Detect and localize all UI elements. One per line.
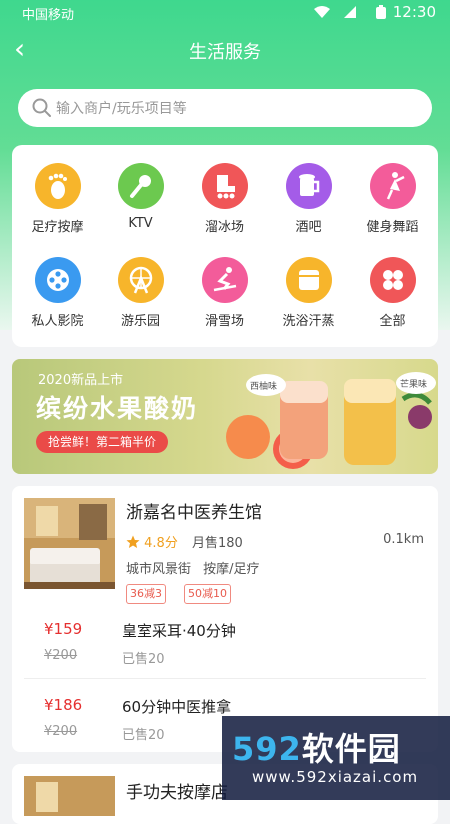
address-text: 城市风景街 [126, 562, 192, 577]
page-title: 生活服务 [189, 42, 261, 63]
shop-card[interactable]: 浙嘉名中医养生馆 4.8分 月售180 0.1km 城市风景街 按摩/足疗 36… [12, 486, 438, 752]
banner-subtitle: 2020新品上市 [38, 373, 124, 388]
category-label: 全部 [379, 314, 406, 329]
carrier-label: 中国移动 [22, 8, 75, 23]
deal-sold-count: 已售20 [122, 652, 165, 667]
category-label: 足疗按摩 [31, 220, 84, 235]
category-label: KTV [128, 216, 153, 231]
category-fitness-dance[interactable]: 健身舞蹈 [350, 163, 435, 235]
category-bath-sauna[interactable]: 洗浴汗蒸 [266, 257, 351, 329]
wifi-icon [314, 6, 330, 18]
discount-badge: 50减10 [184, 584, 231, 604]
shop-category: 按摩/足疗 [203, 562, 260, 577]
film-reel-icon [34, 257, 81, 303]
category-grid: 足疗按摩 KTV 溜冰场 酒吧 健身舞蹈 私人影院 游乐园 滑雪场 洗浴汗蒸 全… [12, 145, 438, 347]
nav-bar: ‹ 生活服务 [0, 30, 450, 74]
deal-price: ¥159 [44, 620, 83, 638]
shop-thumbnail [24, 776, 115, 816]
category-label: 酒吧 [295, 220, 322, 235]
category-foot-massage[interactable]: 足疗按摩 [15, 163, 100, 235]
deal-original-price: ¥200 [44, 648, 78, 663]
shop-name: 手功夫按摩店 [126, 783, 228, 803]
banner-promo-tag: 抢尝鲜！第二箱半价 [36, 431, 169, 453]
skier-icon [201, 257, 248, 303]
watermark-logo: 592软件园 [232, 730, 401, 768]
category-label: 溜冰场 [204, 220, 244, 235]
microphone-icon [117, 163, 164, 209]
ferris-wheel-icon [117, 257, 164, 303]
category-label: 洗浴汗蒸 [282, 314, 335, 329]
dancer-icon [369, 163, 416, 209]
deal-price: ¥186 [44, 696, 83, 714]
category-bar[interactable]: 酒吧 [266, 163, 351, 235]
deal-item[interactable]: ¥159 ¥200 皇室采耳·40分钟 已售20 [12, 606, 438, 676]
category-ski-resort[interactable]: 滑雪场 [182, 257, 267, 329]
watermark: 592软件园 www.592xiazai.com [222, 716, 450, 800]
shop-address: 城市风景街 按摩/足疗 [126, 558, 260, 577]
bubble-grapefruit-label: 西柚味 [250, 382, 278, 392]
shop-thumbnail [24, 498, 115, 589]
search-bar[interactable] [18, 89, 432, 127]
category-private-cinema[interactable]: 私人影院 [15, 257, 100, 329]
discount-badge: 36减3 [126, 584, 166, 604]
status-bar: 中国移动 12:30 [0, 0, 450, 26]
deal-original-price: ¥200 [44, 724, 78, 739]
beer-mug-icon [285, 163, 332, 209]
deal-name: 皇室采耳·40分钟 [122, 622, 236, 640]
category-ktv[interactable]: KTV [98, 163, 183, 231]
category-amusement-park[interactable]: 游乐园 [98, 257, 183, 329]
watermark-url: www.592xiazai.com [252, 768, 419, 786]
category-skating-rink[interactable]: 溜冰场 [182, 163, 267, 235]
category-label: 健身舞蹈 [366, 220, 419, 235]
distance: 0.1km [383, 532, 424, 547]
battery-icon [376, 5, 386, 19]
search-icon [32, 98, 51, 117]
bubble-mango-label: 芒果味 [400, 380, 428, 390]
category-label: 游乐园 [120, 314, 160, 329]
category-label: 滑雪场 [204, 314, 244, 329]
star-icon [126, 535, 140, 548]
signal-icon [344, 6, 356, 18]
footprint-icon [34, 163, 81, 209]
shop-rating: 4.8分 [126, 532, 178, 551]
category-all[interactable]: 全部 [350, 257, 435, 329]
category-label: 私人影院 [31, 314, 84, 329]
banner-title: 缤纷水果酸奶 [36, 394, 199, 423]
deal-sold-count: 已售20 [122, 728, 165, 743]
bath-towel-icon [285, 257, 332, 303]
grid-all-icon [369, 257, 416, 303]
divider [24, 678, 426, 679]
rating-value: 4.8分 [144, 536, 178, 551]
clock: 12:30 [392, 3, 436, 21]
shop-name: 浙嘉名中医养生馆 [126, 503, 262, 523]
deal-name: 60分钟中医推拿 [122, 698, 232, 716]
roller-skate-icon [201, 163, 248, 209]
search-input[interactable] [54, 95, 418, 123]
monthly-sales: 月售180 [192, 536, 243, 551]
promo-banner[interactable]: 2020新品上市 缤纷水果酸奶 抢尝鲜！第二箱半价 西柚味 芒果味 [12, 359, 438, 474]
